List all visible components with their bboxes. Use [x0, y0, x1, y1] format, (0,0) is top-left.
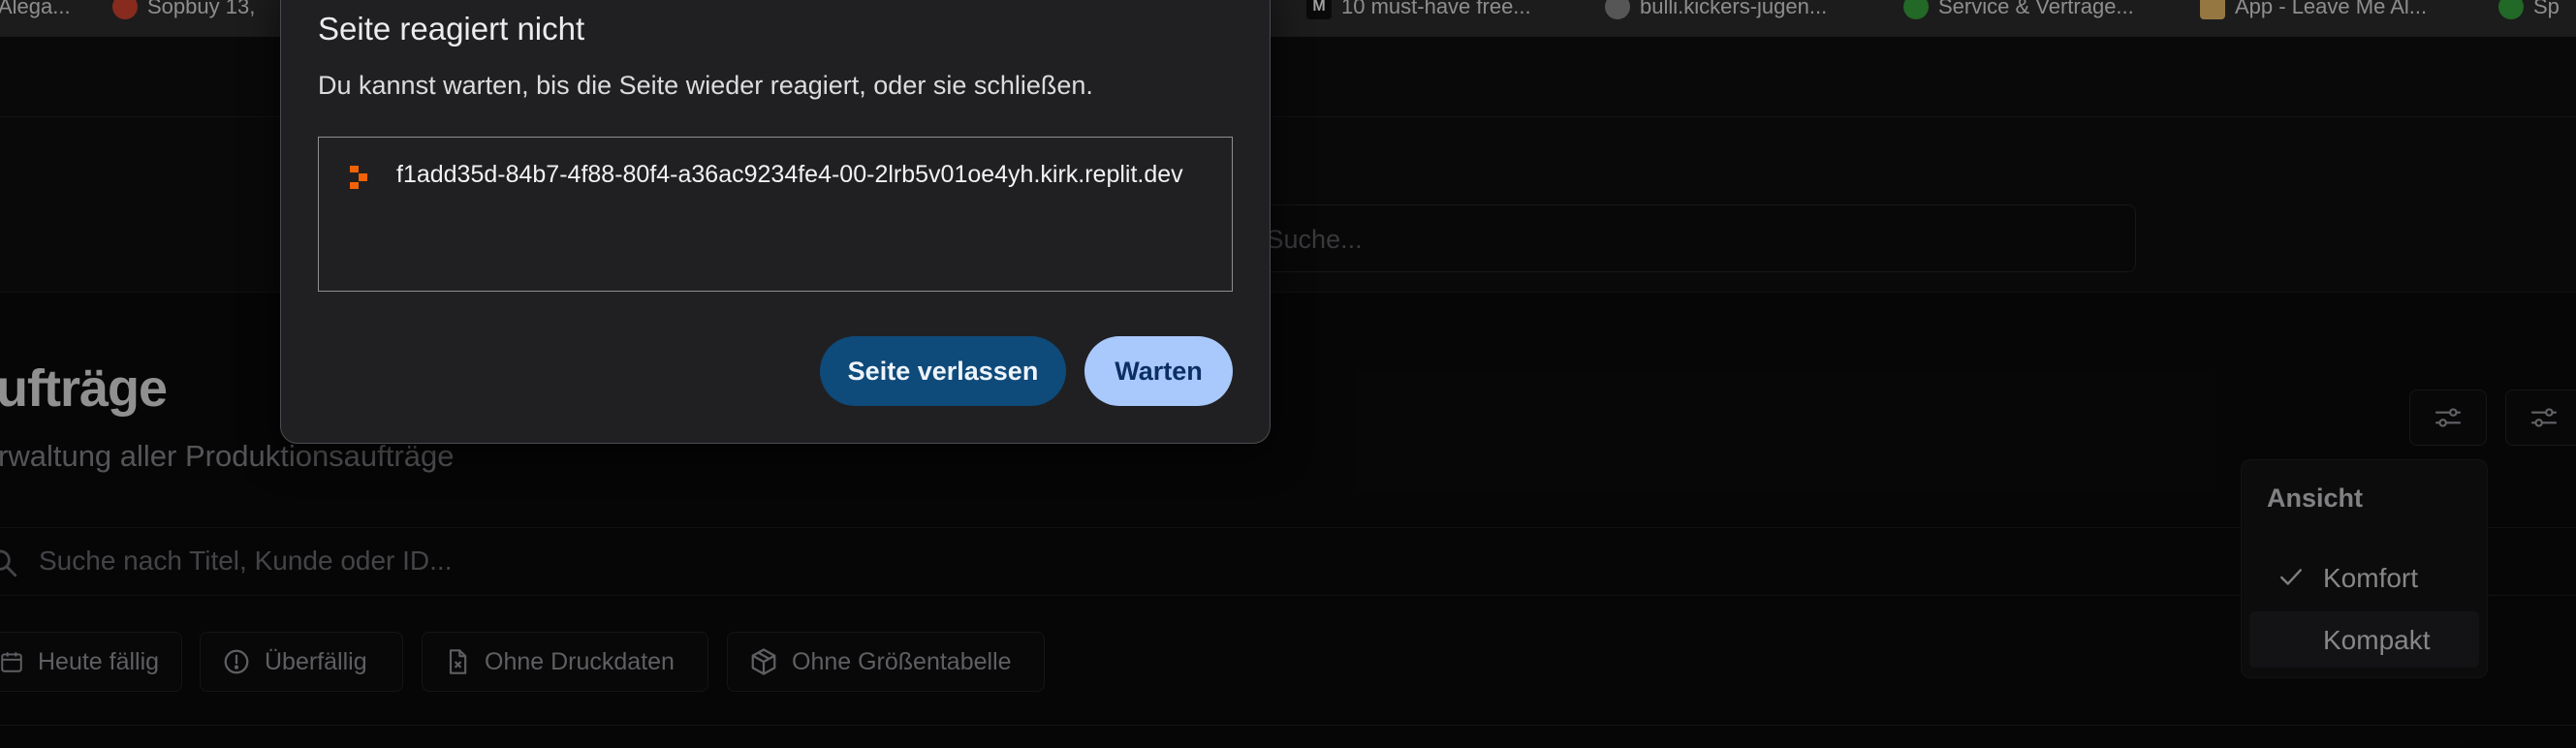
filter-chip-due-today[interactable]: Heute fällig	[0, 632, 182, 692]
page-subtitle: rwaltung aller Produktionsaufträge	[0, 439, 455, 473]
check-icon	[2280, 569, 2302, 585]
global-search-input[interactable]: ale Suche...	[1202, 204, 2136, 272]
filter-chip-label: Ohne Größentabelle	[792, 647, 1012, 675]
bookmark-label: Sopbuy 13,	[147, 0, 256, 18]
sopbuy-icon	[112, 0, 138, 19]
box-icon	[751, 648, 776, 675]
replit-icon	[350, 166, 367, 189]
filter-chip-label: Ohne Druckdaten	[485, 647, 675, 675]
view-menu: Ansicht Komfort Kompakt	[2241, 459, 2488, 678]
view-option-compact[interactable]: Kompakt	[2249, 611, 2479, 668]
view-menu-heading: Ansicht	[2267, 483, 2364, 513]
green-globe-icon	[2498, 0, 2524, 19]
filter-chip-no-print-data[interactable]: Ohne Druckdaten	[422, 632, 708, 692]
leave-page-button[interactable]: Seite verlassen	[820, 336, 1066, 406]
filter-chip-no-size-table[interactable]: Ohne Größentabelle	[727, 632, 1045, 692]
view-option-comfort[interactable]: Komfort	[2249, 549, 2479, 606]
folder-icon	[2200, 0, 2225, 19]
divider	[0, 725, 2576, 726]
bookmark-item[interactable]: M 10 must-have free...	[1306, 0, 1531, 21]
view-settings-button[interactable]	[2505, 390, 2576, 446]
divider	[0, 595, 2576, 596]
bookmark-label: Alega...	[0, 0, 71, 18]
bookmark-label: 10 must-have free...	[1341, 0, 1531, 18]
bookmark-label: App - Leave Me Al...	[2235, 0, 2428, 18]
mk-icon: M	[1306, 0, 1332, 19]
view-option-label: Kompakt	[2323, 625, 2431, 655]
sliders-icon	[2435, 408, 2462, 427]
divider	[0, 527, 2576, 528]
filter-settings-button[interactable]	[2409, 390, 2487, 446]
page-title: ufträge	[0, 359, 168, 418]
unresponsive-page-list[interactable]: f1add35d-84b7-4f88-80f4-a36ac9234fe4-00-…	[318, 137, 1233, 292]
bookmark-label: bulli.kickers-jugen...	[1640, 0, 1828, 18]
dialog-message: Du kannst warten, bis die Seite wieder r…	[318, 71, 1093, 100]
filter-chip-overdue[interactable]: Überfällig	[200, 632, 403, 692]
bookmark-item[interactable]: Alega...	[0, 0, 71, 21]
filter-chip-label: Heute fällig	[38, 647, 160, 675]
bookmark-label: Sp	[2533, 0, 2560, 18]
dialog-title: Seite reagiert nicht	[318, 11, 585, 47]
bookmark-item[interactable]: App - Leave Me Al...	[2200, 0, 2427, 21]
unresponsive-page-url: f1add35d-84b7-4f88-80f4-a36ac9234fe4-00-…	[396, 161, 1183, 188]
view-option-label: Komfort	[2323, 563, 2419, 593]
alert-circle-icon	[224, 649, 249, 674]
calendar-icon	[1, 652, 22, 672]
bookmark-item[interactable]: Sopbuy 13,	[112, 0, 255, 21]
globe-icon	[1605, 0, 1630, 19]
filter-chip-label: Überfällig	[265, 647, 367, 675]
sliders-icon	[2530, 408, 2558, 427]
file-x-icon	[449, 649, 467, 674]
bookmark-item[interactable]: bulli.kickers-jugen...	[1605, 0, 1827, 21]
bookmark-item[interactable]: Sp	[2498, 0, 2560, 21]
search-icon	[0, 549, 17, 577]
order-search-placeholder: Suche nach Titel, Kunde oder ID...	[39, 545, 453, 576]
wait-button[interactable]: Warten	[1084, 336, 1233, 406]
green-globe-icon	[1903, 0, 1929, 19]
bookmark-item[interactable]: Service & Vertrage...	[1903, 0, 2134, 21]
page-unresponsive-dialog: Seite reagiert nicht Du kannst warten, b…	[280, 0, 1271, 444]
bookmark-label: Service & Vertrage...	[1938, 0, 2134, 18]
